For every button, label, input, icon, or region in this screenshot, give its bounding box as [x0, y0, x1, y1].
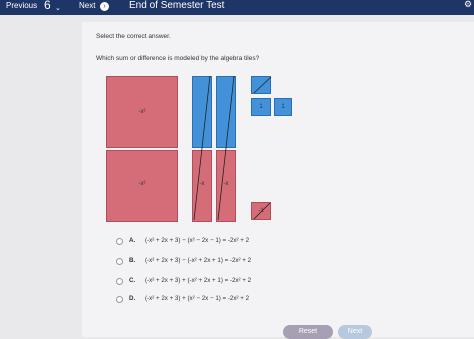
chevron-down-icon[interactable]: ⌄ [55, 4, 61, 12]
test-title: End of Semester Test [129, 0, 225, 11]
choice-d-text[interactable]: (-x² + 2x + 3) + (x² − 2x − 1) = -2x² + … [145, 295, 249, 302]
unit-strike-line [253, 76, 272, 94]
choice-c-letter: C. [129, 277, 136, 284]
unit-tile: 1 [274, 98, 292, 116]
choice-a-letter: A. [129, 237, 136, 244]
choice-b-letter: B. [129, 257, 136, 264]
neg-unit-strike-line [253, 202, 271, 220]
choice-d-letter: D. [129, 295, 136, 302]
next-button[interactable]: Next [79, 1, 95, 10]
zero-pair-strike-lines [193, 75, 235, 221]
instruction-text: Select the correct answer. [96, 33, 171, 40]
neg-x-squared-tile: -x² [106, 76, 178, 148]
previous-button[interactable]: Previous [6, 1, 37, 10]
choice-d-radio[interactable] [116, 296, 123, 303]
question-text: Which sum or difference is modeled by th… [96, 55, 260, 62]
unit-tile: 1 [251, 98, 271, 116]
neg-x-squared-tile: -x² [106, 150, 178, 222]
choice-c-text[interactable]: (-x² + 2x + 3) + (-x² + 2x + 1) = -2x² +… [145, 277, 251, 284]
question-number[interactable]: 6 [44, 0, 51, 12]
choice-a-radio[interactable] [116, 238, 123, 245]
arrow-right-icon[interactable]: › [100, 2, 109, 11]
choice-c-radio[interactable] [116, 278, 123, 285]
choice-b-radio[interactable] [116, 258, 123, 265]
choice-a-text[interactable]: (-x² + 2x + 3) − (x² − 2x − 1) = -2x² + … [145, 237, 249, 244]
choice-b-text[interactable]: (-x² + 2x + 3) − (-x² + 2x + 1) = -2x² +… [145, 257, 251, 264]
top-bar: Previous 6 ⌄ Next › End of Semester Test… [0, 0, 474, 15]
settings-icon[interactable]: ⚙ [464, 0, 472, 10]
